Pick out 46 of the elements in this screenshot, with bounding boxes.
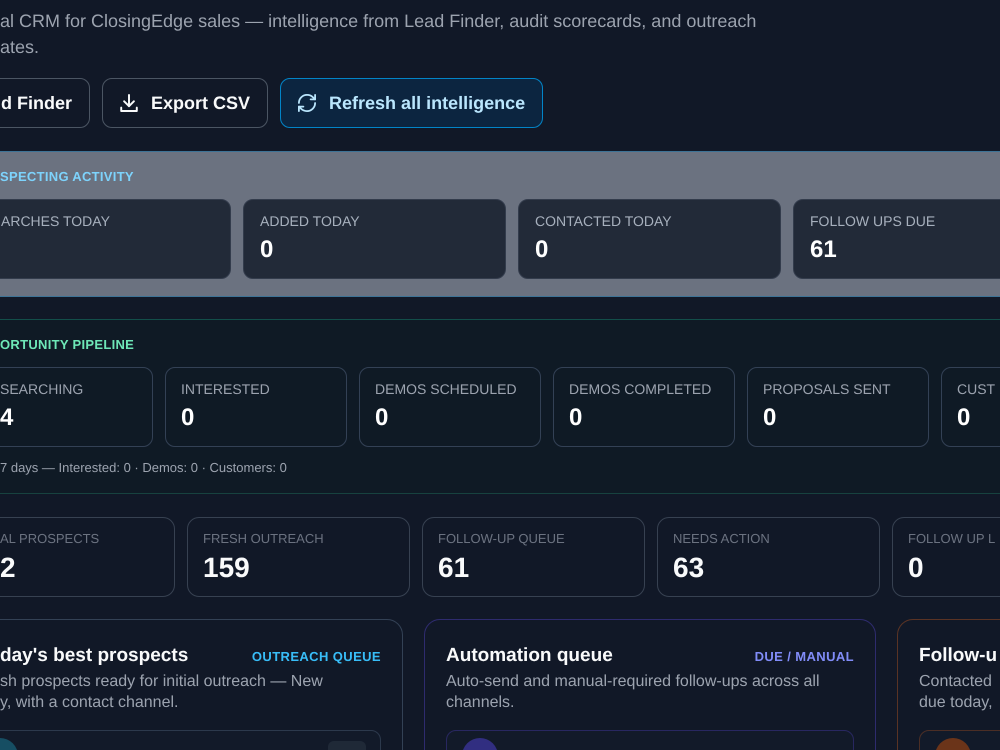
section-title: ORTUNITY PIPELINE bbox=[0, 337, 136, 353]
stage-label: DEMOS SCHEDULED bbox=[375, 381, 518, 398]
metric-label: FOLLOW UPS DUE bbox=[810, 213, 936, 230]
pipeline-note: 7 days — Interested: 0 · Demos: 0 · Customers: 0 bbox=[0, 459, 288, 476]
panel-description: Contacted due today, bbox=[919, 672, 994, 713]
summary-value: 61 bbox=[438, 553, 470, 583]
summary-label: FRESH OUTREACH bbox=[203, 531, 325, 547]
panel-category-label: OUTREACH QUEUE bbox=[252, 649, 381, 664]
metric-label: ARCHES TODAY bbox=[1, 213, 111, 230]
stage-label: SEARCHING bbox=[0, 381, 84, 398]
finder-button[interactable]: d Finder bbox=[0, 78, 90, 128]
summary-value: 2 bbox=[0, 553, 17, 583]
panel-title: Automation queue bbox=[446, 644, 613, 668]
stage-value: 0 bbox=[375, 404, 390, 432]
panel-title: day's best prospects bbox=[0, 644, 188, 668]
summary-value: 0 bbox=[908, 553, 925, 583]
metric-value: 0 bbox=[260, 236, 274, 264]
stage-value: 0 bbox=[763, 404, 778, 432]
panel-description: sh prospects ready for initial outreach — New y, with a contact channel. bbox=[0, 672, 324, 713]
refresh-button[interactable]: Refresh all intelligence bbox=[280, 78, 544, 128]
panel-category-label: DUE / MANUAL bbox=[754, 649, 854, 664]
stage-label: PROPOSALS SENT bbox=[763, 381, 892, 398]
summary-label: FOLLOW UP L bbox=[908, 531, 996, 547]
summary-label: FOLLOW-UP QUEUE bbox=[438, 531, 566, 547]
summary-value: 159 bbox=[203, 553, 251, 583]
panel-description: Auto-send and manual-required follow-ups across all channels. bbox=[446, 672, 821, 713]
stage-label: DEMOS COMPLETED bbox=[569, 381, 712, 398]
download-icon bbox=[120, 94, 138, 112]
export-button[interactable]: Export CSV bbox=[102, 78, 268, 128]
summary-value: 63 bbox=[673, 553, 706, 583]
summary-label: NEEDS ACTION bbox=[673, 531, 771, 547]
stage-value: 0 bbox=[181, 404, 196, 432]
metric-value: 0 bbox=[535, 236, 550, 264]
section-title: SPECTING ACTIVITY bbox=[0, 169, 135, 185]
metric-label: ADDED TODAY bbox=[260, 213, 361, 230]
page-description: al CRM for ClosingEdge sales — intelligence from Lead Finder, audit scorecards, and outreach ates. bbox=[0, 10, 758, 59]
metric-label: CONTACTED TODAY bbox=[535, 213, 673, 230]
summary-label: AL PROSPECTS bbox=[0, 531, 100, 547]
refresh-icon bbox=[298, 94, 316, 112]
panel-title: Follow-u bbox=[919, 644, 998, 668]
stage-value: 4 bbox=[0, 404, 14, 432]
metric-value: 61 bbox=[810, 236, 838, 264]
stage-label: CUST bbox=[957, 381, 996, 398]
stage-value: 0 bbox=[569, 404, 584, 432]
stage-value: 0 bbox=[957, 404, 972, 432]
stage-label: INTERESTED bbox=[181, 381, 271, 398]
